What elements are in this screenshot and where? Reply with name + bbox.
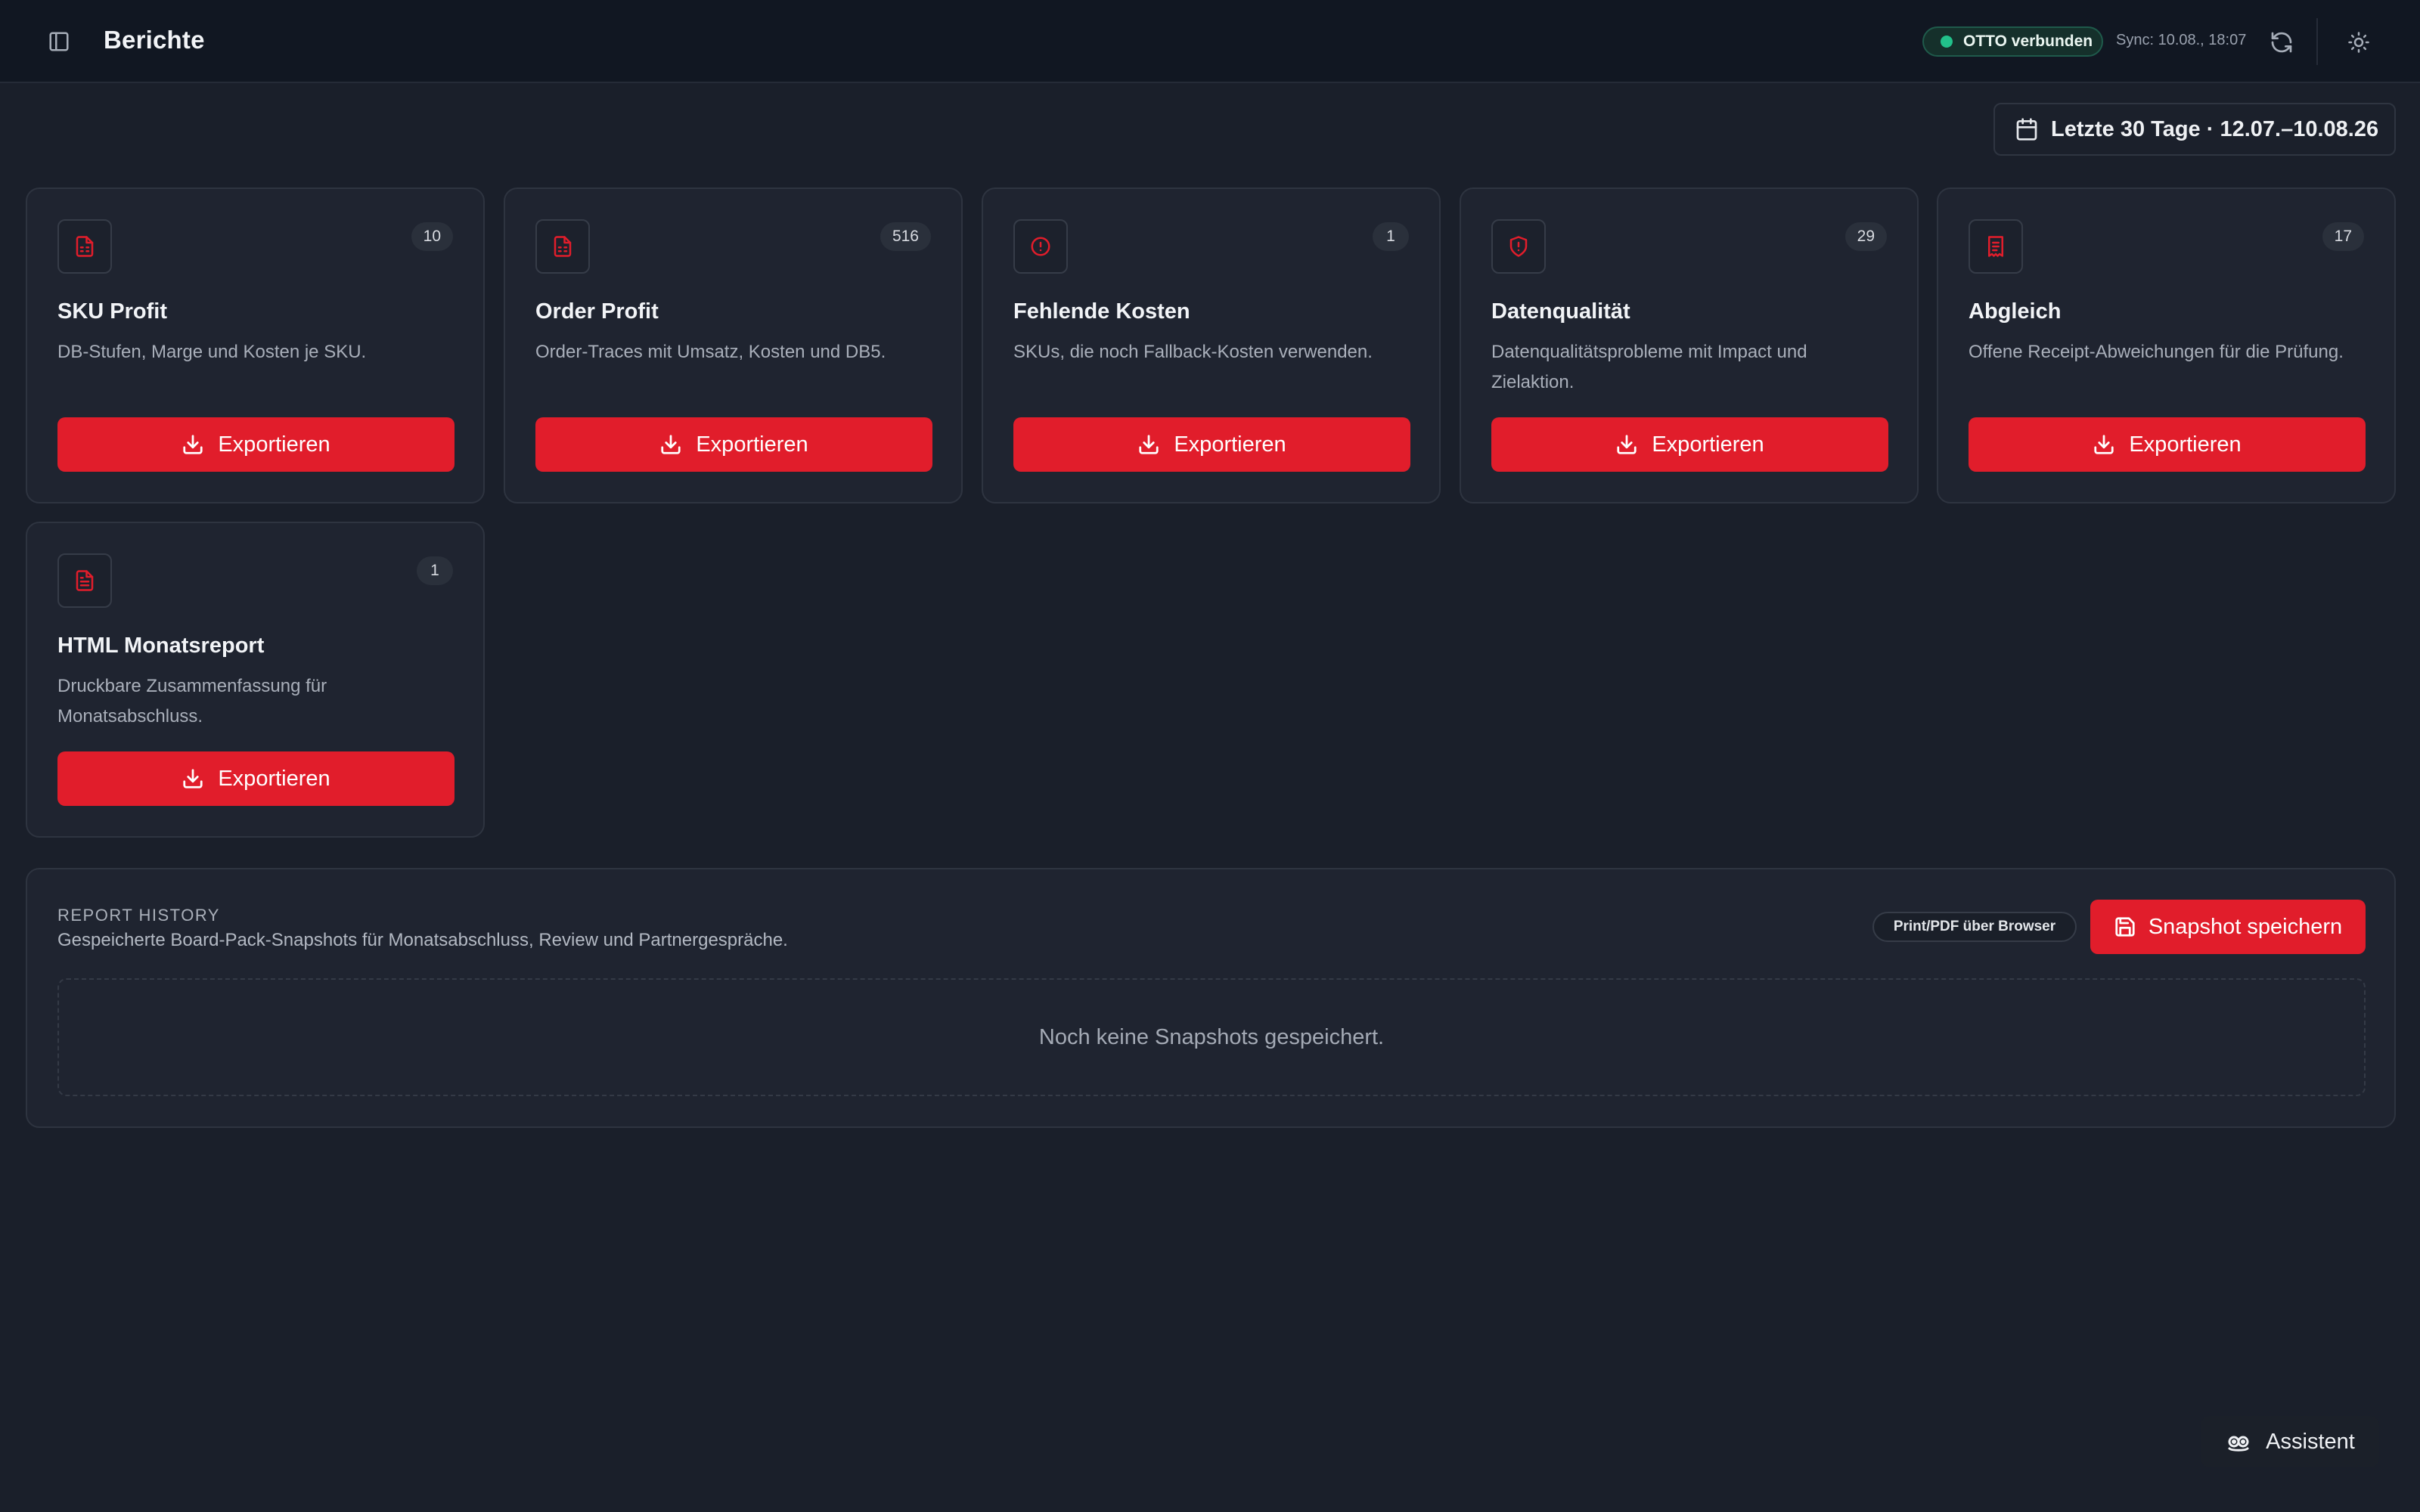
export-button-label: Exportieren: [1174, 432, 1286, 457]
sun-icon: [2348, 32, 2369, 53]
download-icon: [1139, 435, 1159, 454]
export-button-html-monthly-report[interactable]: Exportieren: [57, 751, 455, 806]
connection-status-badge: OTTO verbunden: [1922, 26, 2103, 57]
snapshots-empty-state: Noch keine Snapshots gespeichert.: [57, 978, 2366, 1096]
print-pdf-badge: Print/PDF über Browser: [1872, 912, 2077, 942]
top-bar: Berichte OTTO verbunden Sync: 10.08., 18…: [0, 0, 2420, 83]
assistant-bot-icon: [2228, 1436, 2249, 1452]
card-count-badge: 10: [411, 222, 453, 251]
refresh-button[interactable]: [2266, 26, 2297, 58]
save-icon: [2115, 917, 2135, 937]
status-dot-icon: [1941, 36, 1953, 48]
file-spreadsheet-icon: [554, 236, 572, 257]
card-description: SKUs, die noch Fallback-Kosten verwenden…: [1013, 342, 1373, 362]
export-button-data-quality[interactable]: Exportieren: [1491, 417, 1888, 472]
refresh-icon: [2271, 32, 2292, 53]
report-history-description: Gespeicherte Board-Pack-Snapshots für Mo…: [57, 930, 788, 950]
assistant-button[interactable]: Assistent: [2201, 1416, 2379, 1467]
export-button-label: Exportieren: [696, 432, 808, 457]
card-count-badge: 17: [2322, 222, 2364, 251]
assistant-label: Assistent: [2266, 1429, 2355, 1454]
theme-toggle-button[interactable]: [2343, 26, 2375, 58]
report-card-data-quality: 29 Datenqualität Datenqualitätsprobleme …: [1460, 187, 1919, 503]
card-title: Abgleich: [1969, 299, 2062, 324]
save-snapshot-label: Snapshot speichern: [2148, 914, 2343, 939]
card-count-badge: 1: [417, 556, 453, 585]
card-title: HTML Monatsreport: [57, 634, 265, 658]
report-card-missing-costs: 1 Fehlende Kosten SKUs, die noch Fallbac…: [982, 187, 1441, 503]
card-title: Fehlende Kosten: [1013, 299, 1190, 324]
card-count-badge: 516: [880, 222, 931, 251]
topbar-divider: [2316, 18, 2318, 65]
sidebar-panel-icon: [49, 32, 69, 51]
card-icon-frame: [57, 553, 112, 608]
export-button-sku-profit[interactable]: Exportieren: [57, 417, 455, 472]
download-icon: [2094, 435, 2114, 454]
export-button-order-profit[interactable]: Exportieren: [535, 417, 932, 472]
file-text-icon: [76, 570, 94, 591]
calendar-icon: [2016, 118, 2037, 141]
page-title: Berichte: [104, 26, 205, 54]
card-title: Order Profit: [535, 299, 659, 324]
export-button-label: Exportieren: [2129, 432, 2242, 457]
export-button-reconciliation[interactable]: Exportieren: [1969, 417, 2366, 472]
download-icon: [1617, 435, 1637, 454]
card-icon-frame: [1491, 219, 1546, 274]
date-range-label: Letzte 30 Tage · 12.07.–10.08.26: [2051, 116, 2379, 141]
file-spreadsheet-icon: [76, 236, 94, 257]
download-icon: [183, 435, 203, 454]
card-description: Datenqualitätsprobleme mit Impact und Zi…: [1491, 342, 1807, 392]
card-count-badge: 29: [1844, 222, 1887, 251]
report-history-panel: REPORT HISTORY Gespeicherte Board-Pack-S…: [26, 868, 2396, 1128]
save-snapshot-button[interactable]: Snapshot speichern: [2090, 900, 2366, 954]
export-button-label: Exportieren: [218, 432, 330, 457]
alert-circle-icon: [1031, 237, 1050, 256]
report-card-order-profit: 516 Order Profit Order-Traces mit Umsatz…: [504, 187, 963, 503]
report-card-html-monthly-report: 1 HTML Monatsreport Druckbare Zusammenfa…: [26, 522, 485, 838]
card-icon-frame: [57, 219, 112, 274]
export-button-label: Exportieren: [218, 766, 330, 791]
card-description: Druckbare Zusammenfassung für Monatsabsc…: [57, 676, 327, 727]
card-icon-frame: [535, 219, 590, 274]
report-history-heading: REPORT HISTORY: [57, 906, 220, 925]
card-description: Offene Receipt-Abweichungen für die Prüf…: [1969, 342, 2344, 362]
shield-alert-icon: [1509, 236, 1528, 257]
report-card-sku-profit: 10 SKU Profit DB-Stufen, Marge und Koste…: [26, 187, 485, 503]
download-icon: [183, 769, 203, 789]
card-description: Order-Traces mit Umsatz, Kosten und DB5.: [535, 342, 886, 362]
card-count-badge: 1: [1373, 222, 1409, 251]
sidebar-toggle-button[interactable]: [42, 25, 76, 58]
date-range-picker[interactable]: Letzte 30 Tage · 12.07.–10.08.26: [1993, 103, 2396, 156]
download-icon: [661, 435, 681, 454]
connection-status-text: OTTO verbunden: [1963, 33, 2093, 50]
card-title: SKU Profit: [57, 299, 167, 324]
card-title: Datenqualität: [1491, 299, 1630, 324]
receipt-icon: [1988, 236, 2003, 257]
report-card-reconciliation: 17 Abgleich Offene Receipt-Abweichungen …: [1937, 187, 2396, 503]
card-icon-frame: [1013, 219, 1068, 274]
card-description: DB-Stufen, Marge und Kosten je SKU.: [57, 342, 367, 362]
export-button-label: Exportieren: [1652, 432, 1764, 457]
card-icon-frame: [1969, 219, 2023, 274]
export-button-missing-costs[interactable]: Exportieren: [1013, 417, 1410, 472]
sync-timestamp: Sync: 10.08., 18:07: [2116, 32, 2247, 48]
